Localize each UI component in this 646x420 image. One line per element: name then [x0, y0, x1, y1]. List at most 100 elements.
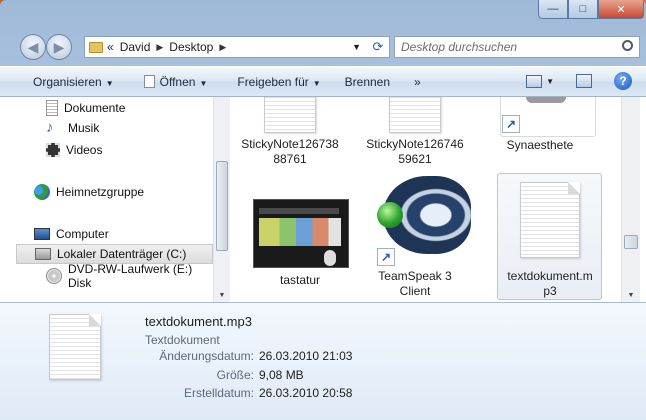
more-commands-button[interactable]: » [406, 75, 437, 89]
text-file-icon [389, 97, 441, 133]
search-icon [622, 40, 633, 51]
burn-button[interactable]: Brennen [337, 75, 406, 89]
scrollbar-thumb[interactable] [216, 161, 228, 251]
details-value[interactable]: 26.03.2010 21:03 [259, 349, 352, 363]
details-key: Erstelldatum: [183, 386, 254, 400]
view-tools: ▼ ? [526, 72, 632, 90]
details-key: Änderungsdatum: [159, 349, 254, 363]
forward-arrow-icon: ▶ [53, 38, 65, 55]
nav-item-dvd-e[interactable]: DVD-RW-Laufwerk (E:) Disk [46, 262, 213, 290]
preview-pane-button[interactable] [576, 74, 592, 88]
share-button[interactable]: Freigeben für ▼ [223, 75, 336, 89]
details-value[interactable]: 9,08 MB [259, 368, 304, 382]
nav-item-videos[interactable]: Videos [46, 140, 102, 160]
file-item[interactable]: StickyNote126746 59621 [365, 97, 465, 172]
nav-item-label: Dokumente [64, 101, 126, 115]
address-row: ◀ ▶ « David ▶ Desktop ▶ ▼ ⟳ Desktop durc… [0, 33, 646, 61]
refresh-button[interactable]: ⟳ [366, 37, 390, 57]
details-created-row: Erstelldatum: 26.03.2010 20:58 [124, 386, 352, 402]
tastatur-thumbnail [253, 199, 349, 268]
details-value[interactable]: 26.03.2010 20:58 [259, 386, 352, 400]
selected-file-icon [49, 314, 101, 380]
details-file-type: Textdokument [145, 333, 220, 347]
explorer-window: — □ ✕ ◀ ▶ « David ▶ Desktop ▶ ▼ ⟳ Deskto… [0, 0, 646, 420]
help-button[interactable]: ? [614, 72, 632, 90]
teamspeak-headset-light [377, 202, 403, 228]
keyboard-keys [259, 218, 341, 246]
chevron-down-icon: ▼ [199, 78, 208, 88]
view-icon [526, 74, 543, 88]
folder-icon [89, 41, 103, 53]
scroll-down-icon[interactable]: ▼ [622, 288, 640, 302]
homegroup-icon [34, 184, 50, 200]
nav-item-homegroup[interactable]: Heimnetzgruppe [34, 182, 144, 202]
window-caption-buttons: — □ ✕ [538, 0, 644, 19]
nav-item-computer[interactable]: Computer [34, 224, 109, 244]
breadcrumb-arrow-icon[interactable]: ▶ [156, 42, 163, 53]
shortcut-arrow-icon: ↗ [377, 248, 395, 266]
file-list-scrollbar[interactable]: ▼ [621, 97, 640, 302]
nav-item-label: Computer [56, 227, 109, 241]
videos-icon [46, 143, 60, 157]
share-label: Freigeben für [237, 74, 309, 89]
address-bar[interactable]: « David ▶ Desktop ▶ ▼ [84, 36, 390, 58]
address-dropdown-icon[interactable]: ▼ [352, 42, 361, 52]
nav-item-label: Musik [68, 121, 100, 135]
navigation-pane: Dokumente ♪ Musik Videos Heimnetzgruppe … [0, 97, 213, 302]
chevron-down-icon: ▼ [546, 76, 554, 86]
breadcrumb-arrow-icon[interactable]: ▶ [219, 42, 226, 53]
close-button[interactable]: ✕ [598, 0, 644, 19]
breadcrumb-desktop[interactable]: Desktop [169, 40, 213, 54]
file-name: tastatur [279, 273, 321, 287]
nav-item-music[interactable]: ♪ Musik [46, 118, 99, 138]
file-item[interactable]: ↗ TeamSpeak 3 Client [365, 172, 471, 298]
nav-item-label: Lokaler Datenträger (C:) [57, 247, 187, 261]
chevron-down-icon: ▼ [105, 78, 114, 88]
file-item[interactable]: ↗ Synaesthete [490, 97, 596, 157]
file-item-selected[interactable]: textdokument.m p3 [500, 172, 600, 298]
search-input[interactable]: Desktop durchsuchen [394, 36, 640, 58]
shortcut-arrow-icon: ↗ [502, 115, 520, 133]
search-placeholder: Desktop durchsuchen [401, 40, 518, 54]
file-item[interactable]: tastatur [240, 187, 349, 287]
nav-item-label: Videos [66, 143, 103, 157]
file-name: StickyNote126738 88761 [241, 137, 339, 166]
back-arrow-icon: ◀ [27, 38, 39, 55]
mouse-icon [324, 250, 336, 266]
text-file-icon [520, 182, 580, 258]
file-item[interactable]: StickyNote126738 88761 [240, 97, 340, 172]
organize-button[interactable]: Organisieren ▼ [0, 75, 130, 89]
burn-label: Brennen [344, 74, 391, 89]
details-pane: textdokument.mp3 Textdokument Änderungsd… [0, 302, 646, 420]
organize-label: Organisieren [33, 74, 102, 89]
file-name: StickyNote126746 59621 [366, 137, 464, 166]
details-size-row: Größe: 9,08 MB [124, 368, 304, 384]
drive-icon [35, 248, 51, 260]
forward-button[interactable]: ▶ [46, 34, 72, 60]
documents-icon [46, 100, 58, 116]
nav-item-label: DVD-RW-Laufwerk (E:) Disk [68, 262, 193, 290]
scroll-down-icon[interactable]: ▼ [214, 288, 230, 302]
details-modified-row: Änderungsdatum: 26.03.2010 21:03 [124, 349, 352, 365]
more-icon: » [414, 74, 421, 89]
maximize-button[interactable]: □ [568, 0, 598, 19]
scrollbar-thumb[interactable] [624, 235, 638, 249]
open-button[interactable]: Öffnen ▼ [130, 74, 224, 89]
address-chevron[interactable]: « [107, 40, 114, 54]
file-name: TeamSpeak 3 Client [378, 269, 452, 298]
back-button[interactable]: ◀ [20, 34, 46, 60]
computer-icon [34, 228, 50, 240]
change-view-button[interactable]: ▼ [526, 74, 554, 88]
file-list: StickyNote126738 88761 StickyNote126746 59… [230, 97, 625, 302]
open-with-icon [143, 74, 155, 88]
nav-item-documents[interactable]: Dokumente [46, 98, 125, 118]
breadcrumb-david[interactable]: David [120, 40, 151, 54]
minimize-button[interactable]: — [538, 0, 568, 19]
nav-item-drive-c[interactable]: Lokaler Datenträger (C:) [16, 244, 213, 264]
nav-item-label: Heimnetzgruppe [56, 185, 145, 199]
content-area: Dokumente ♪ Musik Videos Heimnetzgruppe … [0, 97, 646, 302]
file-name: textdokument.m p3 [507, 269, 593, 298]
keyboard-header [259, 208, 339, 214]
navigation-scrollbar[interactable]: ▼ [213, 97, 230, 302]
details-key: Größe: [216, 368, 254, 382]
